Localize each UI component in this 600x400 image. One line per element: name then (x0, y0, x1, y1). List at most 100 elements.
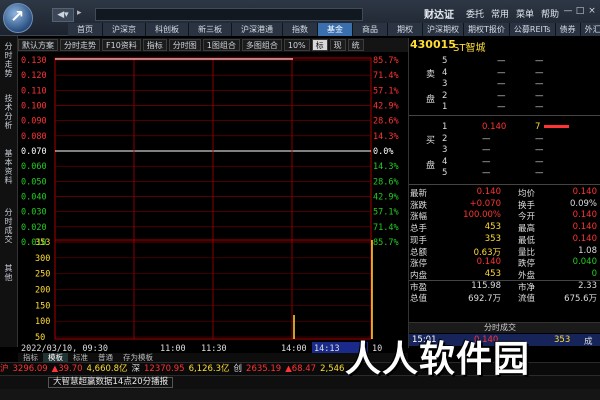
chart-tool-7[interactable]: 10% (283, 39, 310, 51)
sell-label-2: 盘 (426, 95, 436, 105)
stat-value: 0.040 (572, 257, 597, 268)
tab-2[interactable]: 科创板 (146, 23, 189, 36)
ticker-item: 深 (131, 364, 141, 374)
menu-common[interactable]: 常用 (491, 7, 509, 20)
bottom-tab-3[interactable]: 普通 (93, 353, 118, 362)
y-right-tick-label: 71.4% (373, 71, 399, 81)
left-tab-1[interactable]: 技术分析 (2, 94, 15, 130)
stat-value: 353 (484, 233, 501, 244)
chart-tool-4[interactable]: 分时图 (168, 39, 201, 51)
buy-price[interactable]: — (482, 145, 491, 155)
sell-volume: — (535, 90, 544, 101)
sell-price[interactable]: — (497, 91, 506, 101)
y-right-tick-label: 57.1% (373, 208, 399, 218)
bottom-tab-0[interactable]: 指标 (18, 353, 43, 362)
minimize-icon[interactable]: — (563, 6, 573, 16)
tab-0[interactable]: 首页 (68, 23, 103, 36)
ticker-item: 6,126.3亿 (188, 364, 230, 374)
tab-9[interactable]: 沪深期权 (423, 23, 464, 36)
ticker-item: 2635.19 (246, 364, 282, 374)
left-tab-2[interactable]: 基本资料 (2, 149, 15, 185)
y-right-tick-label: 85.7% (373, 238, 399, 248)
buy-volume: 7 (535, 122, 541, 132)
tab-1[interactable]: 沪深京 (103, 23, 146, 36)
chart-tool-8[interactable]: 标 (311, 39, 328, 51)
buy-price[interactable]: — (482, 168, 491, 178)
stat-value: 453 (484, 222, 501, 233)
stat-label: 流值 (518, 294, 536, 305)
sell-price[interactable]: — (497, 68, 506, 78)
intraday-chart[interactable]: 0.130 85.7% 0.120 71.4% 0.110 57.1% 0.100 42.9%… (18, 52, 408, 354)
chart-tool-0[interactable]: 默认方案 (18, 39, 58, 51)
bottom-tab-4[interactable]: 存为模板 (118, 353, 158, 362)
sell-level: 2 (442, 90, 448, 101)
left-tab-0[interactable]: 分时走势 (2, 42, 15, 78)
bottom-tab-1[interactable]: 模板 (43, 353, 68, 362)
sell-price[interactable]: — (497, 79, 506, 89)
tab-6[interactable]: 基金 (318, 23, 353, 36)
y-right-tick-label: 0.0% (373, 147, 393, 157)
buy-volume: — (535, 168, 544, 178)
tab-5[interactable]: 指数 (283, 23, 318, 36)
y-right-tick-label: 28.6% (373, 117, 399, 127)
volume-tick-label: 50 (35, 333, 45, 343)
y-tick-label: 0.050 (21, 177, 47, 187)
news-headline[interactable]: 大智慧超赢数据14点20分播报 (48, 377, 174, 388)
ticker-item: ▲68.47 (285, 364, 317, 374)
tab-10[interactable]: 期权T报价 (464, 23, 510, 36)
chart-svg: 0.130 85.7% 0.120 71.4% 0.110 57.1% 0.100 42.9%… (21, 56, 399, 354)
sell-price[interactable]: — (497, 102, 506, 112)
stat-label: 均价 (518, 189, 536, 199)
buy-price[interactable]: — (482, 134, 491, 144)
sell-volume: — (535, 79, 544, 89)
chart-tool-5[interactable]: 1图组合 (202, 39, 240, 51)
bottom-tab-2[interactable]: 标准 (68, 353, 93, 362)
tab-13[interactable]: 外汇 (580, 23, 600, 36)
y-tick-label: 0.060 (21, 162, 47, 172)
stat-label: 涨停 (410, 259, 428, 270)
menu-order[interactable]: 委托 (466, 7, 484, 20)
chart-tool-10[interactable]: 统 (347, 39, 364, 51)
y-right-tick-label: 14.3% (373, 162, 399, 172)
buy-price[interactable]: 0.140 (482, 122, 506, 132)
volume-tick-label: 300 (35, 254, 50, 264)
tab-7[interactable]: 商品 (353, 23, 388, 36)
chart-tool-2[interactable]: F10资料 (102, 39, 141, 51)
trade-flag: 成 (584, 337, 593, 347)
tab-8[interactable]: 期权 (388, 23, 423, 36)
chart-tool-9[interactable]: 现 (329, 39, 346, 51)
address-bar[interactable] (95, 8, 363, 21)
chart-tool-6[interactable]: 多图组合 (241, 39, 282, 51)
tab-12[interactable]: 债券 (555, 23, 581, 36)
tab-11[interactable]: 公募REITs (509, 23, 556, 36)
tab-3[interactable]: 新三板 (189, 23, 232, 36)
stat-label: 最低 (518, 235, 536, 246)
menu-menu[interactable]: 菜单 (516, 7, 534, 20)
sell-level: 1 (442, 102, 448, 112)
tab-4[interactable]: 沪深港通 (232, 23, 283, 36)
close-icon[interactable]: × (587, 6, 597, 16)
chart-tool-3[interactable]: 指标 (142, 39, 167, 51)
sell-price[interactable]: — (497, 56, 506, 66)
ticker-item: 4,660.8亿 (86, 364, 128, 374)
sell-level: 4 (442, 67, 448, 78)
stat-label: 换手 (518, 200, 536, 211)
buy-level: 5 (442, 168, 448, 178)
forward-icon[interactable]: ▸ (77, 8, 91, 22)
y-right-tick-label: 85.7% (373, 56, 399, 66)
stat-label: 今开 (518, 212, 536, 223)
sell-level: 5 (442, 56, 448, 66)
buy-price[interactable]: — (482, 157, 491, 167)
maximize-icon[interactable]: □ (575, 6, 585, 16)
sell-volume: — (535, 67, 544, 78)
back-button[interactable]: ◀▾ (52, 8, 74, 22)
stat-value: 453 (484, 268, 501, 279)
stat-label: 总值 (410, 294, 428, 305)
chart-tool-1[interactable]: 分时走势 (60, 39, 100, 51)
buy-volume-bar (544, 125, 569, 128)
stat-label: 现手 (410, 235, 428, 246)
menu-help[interactable]: 帮助 (541, 7, 559, 20)
stat-label: 量比 (518, 247, 536, 258)
left-tab-3[interactable]: 分时成交 (2, 208, 15, 244)
left-tab-4[interactable]: 其他 (2, 264, 15, 282)
